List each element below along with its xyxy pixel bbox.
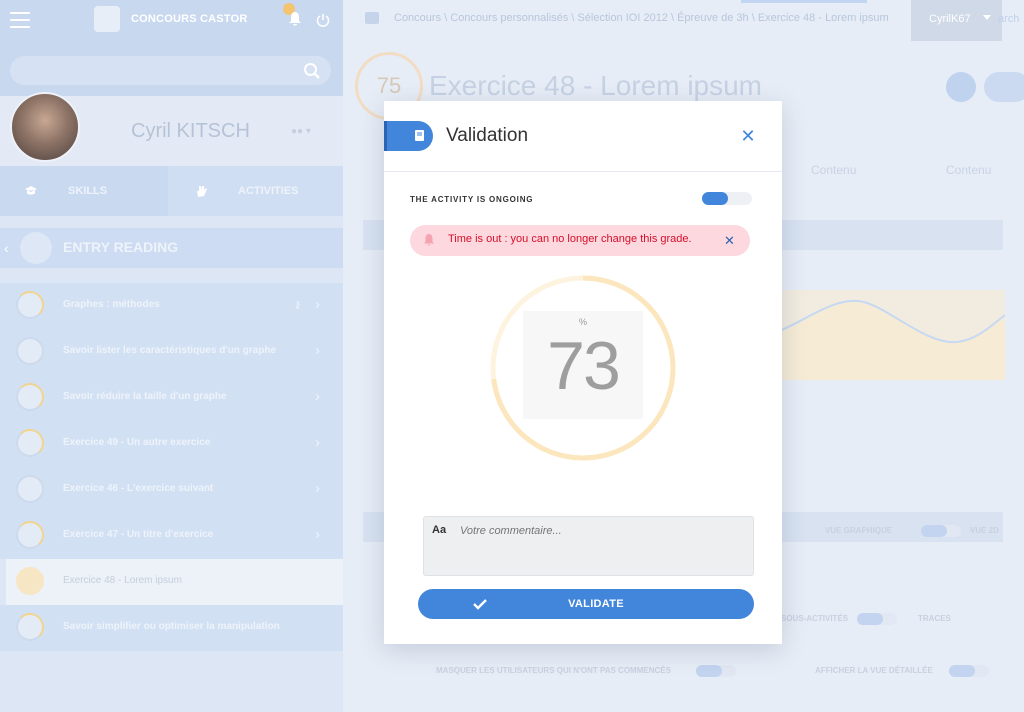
list-item-label: Savoir simplifier ou optimiser la manipu… xyxy=(63,621,280,632)
hide-users-label: MASQUER LES UTILISATEURS QUI N'ONT PAS C… xyxy=(436,666,671,675)
tab-skills-label: SKILLS xyxy=(68,185,108,197)
prev-next-button[interactable] xyxy=(984,72,1024,102)
profile-name: Cyril KITSCH xyxy=(131,120,250,142)
profile: Cyril KITSCH ●● ▾ xyxy=(0,92,343,166)
video-icon xyxy=(16,291,44,319)
hide-users-toggle[interactable] xyxy=(696,665,736,677)
view-toggle[interactable] xyxy=(921,525,961,537)
search-input[interactable] xyxy=(10,56,331,85)
traces-label: TRACES xyxy=(918,614,951,623)
list-item[interactable]: Savoir lister les caractéristiques d'un … xyxy=(0,329,343,375)
avatar[interactable] xyxy=(10,92,80,162)
key-icon: ⚷ xyxy=(294,300,302,311)
folder-icon xyxy=(20,232,52,264)
ongoing-label: THE ACTIVITY IS ONGOING xyxy=(410,195,534,204)
tab-content[interactable]: Contenu xyxy=(811,163,856,177)
modal-header: Validation ✕ xyxy=(384,101,782,172)
text-format-icon: Aa xyxy=(432,524,447,536)
sidebar-topbar: CONCOURS CASTOR xyxy=(0,0,343,96)
list-item-selected[interactable]: Exercice 48 - Lorem ipsum xyxy=(6,559,343,605)
tab-activities[interactable]: ACTIVITIES xyxy=(168,166,343,216)
timeout-alert: Time is out : you can no longer change t… xyxy=(410,225,750,256)
grade-value: 73 xyxy=(547,328,621,404)
list-icon xyxy=(16,337,44,365)
chevron-left-icon[interactable]: ‹ xyxy=(4,240,9,256)
list-item[interactable]: Exercice 47 - Un titre d'exercice › xyxy=(0,513,343,559)
sub-activities-toggle[interactable] xyxy=(857,613,897,625)
profile-menu-icon[interactable]: ●● ▾ xyxy=(291,126,311,137)
tab-activities-label: ACTIVITIES xyxy=(238,185,299,197)
list-item[interactable]: Savoir simplifier ou optimiser la manipu… xyxy=(0,605,343,651)
toggle-knob xyxy=(702,192,728,205)
view-label: VUE GRAPHIQUE xyxy=(825,526,893,535)
home-icon xyxy=(16,613,44,641)
bell-icon xyxy=(424,234,434,246)
document-icon xyxy=(16,521,44,549)
chevron-right-icon[interactable]: › xyxy=(315,526,320,543)
app-title: CONCOURS CASTOR xyxy=(131,13,248,25)
book-icon xyxy=(16,567,44,595)
chart-line xyxy=(776,299,1006,380)
list-item-label: Exercice 46 - L'exercice suivant xyxy=(63,483,214,494)
menu-icon[interactable] xyxy=(10,12,30,28)
list-item[interactable]: Savoir réduire la taille d'un graphe › xyxy=(0,375,343,421)
hand-icon xyxy=(197,186,207,197)
background-chart xyxy=(776,290,1006,380)
detailed-view-toggle[interactable] xyxy=(949,665,989,677)
search-link[interactable]: arch xyxy=(998,13,1019,25)
ongoing-toggle[interactable] xyxy=(702,192,752,205)
power-icon[interactable] xyxy=(316,13,330,27)
detailed-view-label: AFFICHER LA VUE DÉTAILLÉE xyxy=(815,666,933,675)
chevron-right-icon[interactable]: › xyxy=(315,388,320,405)
graduation-cap-icon xyxy=(25,186,37,195)
close-icon[interactable]: ✕ xyxy=(738,127,758,147)
list-item-label: Exercice 47 - Un titre d'exercice xyxy=(63,529,214,540)
folder-icon xyxy=(365,12,379,24)
bell-icon[interactable] xyxy=(288,11,302,27)
sidebar-tabs: SKILLS ACTIVITIES xyxy=(0,166,343,216)
alert-message: Time is out : you can no longer change t… xyxy=(448,233,692,245)
breadcrumb[interactable]: Concours \ Concours personnalisés \ Séle… xyxy=(394,12,889,24)
chevron-right-icon[interactable]: › xyxy=(315,342,320,359)
activity-list: Graphes : méthodes ⚷ › Savoir lister les… xyxy=(0,283,343,651)
validate-button[interactable]: VALIDATE xyxy=(418,589,754,619)
list-item-label: Savoir réduire la taille d'un graphe xyxy=(63,391,227,402)
section-title: ENTRY READING xyxy=(63,239,179,255)
close-icon[interactable]: ✕ xyxy=(724,233,735,249)
tab-content[interactable]: Contenu xyxy=(946,163,991,177)
comment-input[interactable] xyxy=(460,525,746,565)
book-icon xyxy=(415,130,424,141)
validation-modal: Validation ✕ THE ACTIVITY IS ONGOING Tim… xyxy=(384,101,782,644)
list-item[interactable]: Graphes : méthodes ⚷ › xyxy=(0,283,343,329)
list-item-label: Savoir lister les caractéristiques d'un … xyxy=(63,345,277,356)
caret-down-icon xyxy=(983,15,991,20)
modal-title: Validation xyxy=(446,125,529,146)
grade-unit: % xyxy=(579,317,588,327)
gamepad-icon xyxy=(16,475,44,503)
list-item[interactable]: Exercice 49 - Un autre exercice › xyxy=(0,421,343,467)
chevron-right-icon[interactable]: › xyxy=(315,480,320,497)
chevron-right-icon[interactable]: › xyxy=(315,434,320,451)
app-logo xyxy=(94,6,120,32)
folder-icon xyxy=(16,383,44,411)
list-item-label: Exercice 49 - Un autre exercice xyxy=(63,437,211,448)
list-item-label: Graphes : méthodes xyxy=(63,299,160,310)
view-label: VUE 2D xyxy=(970,526,999,535)
modal-header-tab xyxy=(384,121,433,151)
user-menu-label: CyrilK67 xyxy=(929,13,971,25)
sub-activities-label: SOUS-ACTIVITÉS xyxy=(781,614,849,623)
list-item-label: Exercice 48 - Lorem ipsum xyxy=(63,575,182,586)
chevron-right-icon[interactable]: › xyxy=(315,296,320,313)
comment-field[interactable]: Aa xyxy=(423,516,754,576)
edit-button[interactable] xyxy=(946,72,976,102)
play-icon xyxy=(16,429,44,457)
section-header[interactable]: ‹ ENTRY READING xyxy=(0,228,343,268)
page-title: Exercice 48 - Lorem ipsum xyxy=(429,70,763,101)
list-item[interactable]: Exercice 46 - L'exercice suivant › xyxy=(0,467,343,513)
user-menu[interactable]: CyrilK67 xyxy=(911,0,1002,41)
tab-skills[interactable]: SKILLS xyxy=(0,166,168,216)
search-icon[interactable] xyxy=(303,62,321,80)
sidebar: CONCOURS CASTOR Cyril KITSCH ●● ▾ SKILLS… xyxy=(0,0,343,712)
validate-label: VALIDATE xyxy=(568,598,624,610)
